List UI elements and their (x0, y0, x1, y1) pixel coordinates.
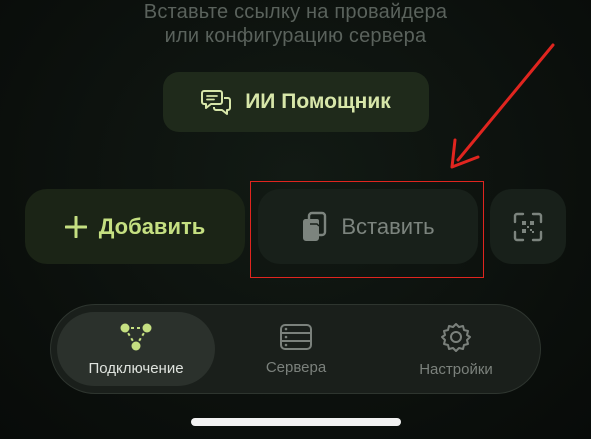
gear-icon (441, 322, 471, 352)
network-nodes-icon (120, 323, 152, 350)
tab-connection-label: Подключение (88, 359, 184, 377)
app-screen: Вставьте ссылку на провайдера или конфиг… (0, 0, 591, 439)
tab-settings-label: Настройки (419, 360, 493, 378)
server-stack-icon (280, 323, 312, 350)
tab-servers-label: Сервера (265, 358, 327, 376)
tab-connection[interactable]: Подключение (51, 305, 221, 393)
bottom-tab-bar: Подключение Сервера Настройки (50, 304, 541, 394)
tab-settings[interactable]: Настройки (371, 305, 541, 393)
home-indicator (191, 418, 401, 426)
tab-servers[interactable]: Сервера (221, 305, 371, 393)
